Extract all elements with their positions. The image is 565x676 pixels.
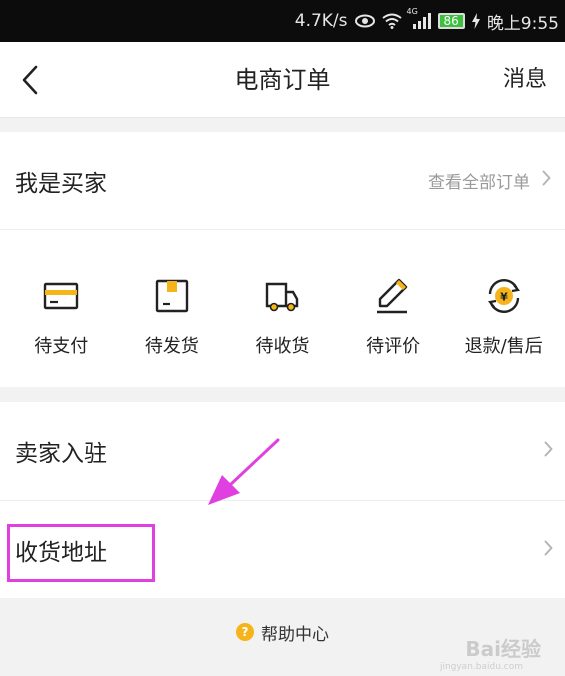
view-all-orders-link[interactable]: 查看全部订单 xyxy=(428,168,551,193)
pencil-icon xyxy=(373,276,413,320)
question-mark-icon: ? xyxy=(236,623,254,641)
buyer-section: 我是买家 查看全部订单 待支付 待发货 待收货 待评价 ¥ 退款/售后 xyxy=(0,132,565,387)
order-status-label: 待收货 xyxy=(255,336,310,357)
status-time: 晚上9:55 xyxy=(486,13,559,34)
header-bar: 电商订单 消息 xyxy=(0,42,565,118)
seller-onboarding-row[interactable]: 卖家入驻 xyxy=(0,402,565,500)
settings-list: 卖家入驻 收货地址 xyxy=(0,402,565,598)
watermark-url: jingyan.baidu.com xyxy=(439,662,523,672)
order-status-grid: 待支付 待发货 待收货 待评价 ¥ 退款/售后 xyxy=(0,276,565,358)
order-status-label: 退款/售后 xyxy=(464,336,543,357)
view-all-orders-label: 查看全部订单 xyxy=(428,173,530,193)
signal-icon: 4G xyxy=(407,7,431,29)
signal-type: 4G xyxy=(406,7,418,16)
shipping-address-row[interactable]: 收货地址 xyxy=(0,500,565,598)
help-center-label: 帮助中心 xyxy=(261,624,329,645)
battery-indicator: 86 xyxy=(437,13,465,29)
order-status-label: 待支付 xyxy=(34,336,89,357)
chevron-right-icon xyxy=(542,170,551,191)
order-status-pending-shipment[interactable]: 待发货 xyxy=(122,276,222,358)
watermark-logo: Bai经验 xyxy=(465,637,541,661)
messages-link[interactable]: 消息 xyxy=(503,42,547,118)
truck-icon xyxy=(262,276,302,320)
order-status-refund-aftersale[interactable]: ¥ 退款/售后 xyxy=(454,276,554,358)
order-status-pending-review[interactable]: 待评价 xyxy=(343,276,443,358)
card-icon xyxy=(41,276,81,320)
eye-icon xyxy=(354,14,375,28)
net-speed: 4.7K/s xyxy=(294,11,348,31)
svg-text:¥: ¥ xyxy=(500,291,508,304)
shipping-address-label: 收货地址 xyxy=(15,539,107,566)
refund-icon: ¥ xyxy=(484,276,524,320)
package-icon xyxy=(152,276,192,320)
wifi-icon xyxy=(381,13,402,29)
buyer-title: 我是买家 xyxy=(15,170,107,197)
page-title: 电商订单 xyxy=(234,66,331,94)
chevron-right-icon xyxy=(544,441,553,461)
order-status-pending-payment[interactable]: 待支付 xyxy=(11,276,111,358)
charging-icon xyxy=(471,13,480,29)
buyer-header-row: 我是买家 查看全部订单 xyxy=(0,132,565,230)
order-status-label: 待评价 xyxy=(366,336,421,357)
order-status-pending-receipt[interactable]: 待收货 xyxy=(232,276,332,358)
seller-onboarding-label: 卖家入驻 xyxy=(15,441,107,467)
chevron-right-icon xyxy=(544,540,553,560)
order-status-label: 待发货 xyxy=(144,336,199,357)
status-bar: 4.7K/s 4G 86 晚上9:55 xyxy=(0,0,565,42)
